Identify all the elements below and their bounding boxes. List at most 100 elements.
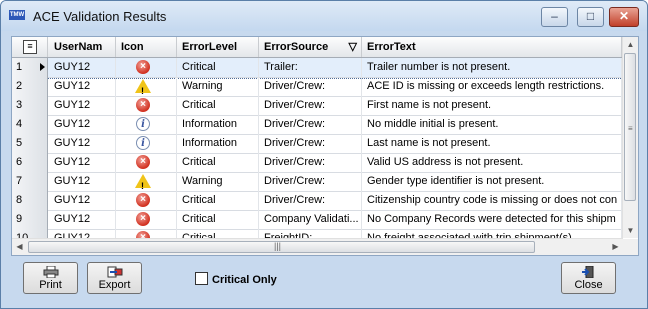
maximize-button[interactable]: □	[577, 7, 604, 27]
table-row[interactable]: 8 GUY12 × Critical Driver/Crew: Citizenship c…	[12, 191, 622, 211]
table-row[interactable]: 4 GUY12 i Information Driver/Crew: No middle …	[12, 115, 622, 135]
scroll-right-icon[interactable]: ▶	[608, 239, 623, 255]
table-row[interactable]: 9 GUY12 × Critical Company Validati... No Com…	[12, 210, 622, 230]
row-number[interactable]: 6	[12, 153, 48, 172]
cell-user[interactable]: GUY12	[49, 96, 116, 115]
cell-icon[interactable]: ×	[116, 58, 177, 77]
cell-icon[interactable]: ×	[116, 96, 177, 115]
table-row[interactable]: 6 GUY12 × Critical Driver/Crew: Valid US addr…	[12, 153, 622, 173]
cell-icon[interactable]: i	[116, 115, 177, 134]
column-header-errorsource[interactable]: ErrorSource ▽	[259, 37, 362, 57]
export-label: Export	[98, 279, 131, 291]
cell-source[interactable]: Driver/Crew:	[259, 77, 362, 96]
row-number[interactable]: 3	[12, 96, 48, 115]
cell-level[interactable]: Information	[177, 115, 259, 134]
cell-level[interactable]: Warning	[177, 77, 259, 96]
scroll-up-icon[interactable]: ▲	[623, 37, 638, 52]
cell-user[interactable]: GUY12	[49, 115, 116, 134]
horizontal-scroll-thumb[interactable]: |||	[28, 241, 535, 253]
cell-user[interactable]: GUY12	[49, 153, 116, 172]
cell-text[interactable]: ACE ID is missing or exceeds length rest…	[362, 77, 622, 96]
table-row[interactable]: 5 GUY12 i Information Driver/Crew: Last name …	[12, 134, 622, 154]
cell-user[interactable]: GUY12	[49, 58, 116, 77]
scroll-left-icon[interactable]: ◀	[12, 239, 27, 255]
row-number[interactable]: 4	[12, 115, 48, 134]
window-title: ACE Validation Results	[33, 9, 167, 24]
cell-level[interactable]: Information	[177, 134, 259, 153]
cell-text[interactable]: Valid US address is not present.	[362, 153, 622, 172]
cell-user[interactable]: GUY12	[49, 229, 116, 238]
cell-text[interactable]: No middle initial is present.	[362, 115, 622, 134]
column-header-icon[interactable]: Icon	[116, 37, 177, 57]
column-header-username[interactable]: UserNam	[49, 37, 116, 57]
cell-icon[interactable]: !	[116, 172, 177, 191]
cell-source[interactable]: Driver/Crew:	[259, 191, 362, 210]
cell-text[interactable]: Trailer number is not present.	[362, 58, 622, 77]
cell-source[interactable]: Driver/Crew:	[259, 115, 362, 134]
cell-source[interactable]: FreightID:	[259, 229, 362, 238]
column-header-errorlevel[interactable]: ErrorLevel	[177, 37, 259, 57]
title-bar: TMW ACE Validation Results – □ ✕	[1, 1, 647, 31]
cell-source[interactable]: Company Validati...	[259, 210, 362, 229]
cell-text[interactable]: No Company Records were detected for thi…	[362, 210, 622, 229]
cell-source[interactable]: Driver/Crew:	[259, 153, 362, 172]
row-number[interactable]: 7	[12, 172, 48, 191]
column-chooser-button[interactable]: ≡	[12, 37, 48, 57]
critical-only-checkbox[interactable]: Critical Only	[195, 272, 277, 286]
row-number[interactable]: 5	[12, 134, 48, 153]
cell-level[interactable]: Critical	[177, 58, 259, 77]
row-number[interactable]: 8	[12, 191, 48, 210]
cell-user[interactable]: GUY12	[49, 134, 116, 153]
cell-icon[interactable]: ×	[116, 153, 177, 172]
cell-text[interactable]: Last name is not present.	[362, 134, 622, 153]
cell-icon[interactable]: ×	[116, 210, 177, 229]
print-button[interactable]: Print	[23, 262, 78, 294]
table-row[interactable]: 2 GUY12! Warning Driver/Crew: ACE ID is miss…	[12, 77, 622, 97]
row-number[interactable]: 9	[12, 210, 48, 229]
cell-user[interactable]: GUY12	[49, 191, 116, 210]
table-row[interactable]: 7 GUY12! Warning Driver/Crew: Gender type id…	[12, 172, 622, 192]
cell-source[interactable]: Driver/Crew:	[259, 96, 362, 115]
close-window-button[interactable]: ✕	[609, 7, 639, 27]
cell-text[interactable]: No freight associated with trip shipment…	[362, 229, 622, 238]
row-number[interactable]: 2	[12, 77, 48, 96]
cell-level[interactable]: Critical	[177, 96, 259, 115]
cell-icon[interactable]: ×	[116, 191, 177, 210]
close-label: Close	[574, 279, 603, 291]
table-row[interactable]: 10 GUY12 × Critical FreightID: No freight ass…	[12, 229, 622, 238]
information-icon: i	[136, 136, 150, 150]
cell-text[interactable]: First name is not present.	[362, 96, 622, 115]
cell-source[interactable]: Driver/Crew:	[259, 134, 362, 153]
cell-level[interactable]: Critical	[177, 229, 259, 238]
cell-level[interactable]: Warning	[177, 172, 259, 191]
vertical-scroll-thumb[interactable]: ≡	[624, 53, 636, 201]
cell-source[interactable]: Trailer:	[259, 58, 362, 77]
table-row[interactable]: 3 GUY12 × Critical Driver/Crew: First name is…	[12, 96, 622, 116]
checkbox-box[interactable]	[195, 272, 208, 285]
scroll-down-icon[interactable]: ▼	[623, 223, 638, 238]
export-button[interactable]: Export	[87, 262, 142, 294]
cell-text[interactable]: Citizenship country code is missing or d…	[362, 191, 622, 210]
cell-source[interactable]: Driver/Crew:	[259, 172, 362, 191]
cell-icon[interactable]: !	[116, 77, 177, 96]
cell-level[interactable]: Critical	[177, 191, 259, 210]
ace-validation-window: TMW ACE Validation Results – □ ✕ ≡ UserN…	[0, 0, 648, 309]
vertical-scrollbar[interactable]: ▲ ≡ ▼	[622, 37, 638, 238]
printer-icon	[43, 266, 58, 278]
cell-text[interactable]: Gender type identifier is not present.	[362, 172, 622, 191]
horizontal-scrollbar[interactable]: ◀ ||| ▶	[12, 238, 623, 255]
close-button[interactable]: Close	[561, 262, 616, 294]
cell-user[interactable]: GUY12	[49, 172, 116, 191]
cell-user[interactable]: GUY12	[49, 210, 116, 229]
cell-icon[interactable]: i	[116, 134, 177, 153]
cell-level[interactable]: Critical	[177, 153, 259, 172]
column-header-errortext[interactable]: ErrorText	[362, 37, 622, 57]
table-row[interactable]: 1 GUY12 × Critical Trailer: Trailer number is…	[12, 58, 622, 79]
cell-level[interactable]: Critical	[177, 210, 259, 229]
cell-icon[interactable]: ×	[116, 229, 177, 238]
minimize-button[interactable]: –	[541, 7, 568, 27]
row-number[interactable]: 1	[12, 58, 48, 77]
row-number[interactable]: 10	[12, 229, 48, 238]
cell-user[interactable]: GUY12	[49, 77, 116, 96]
filter-icon[interactable]: ▽	[349, 37, 357, 57]
